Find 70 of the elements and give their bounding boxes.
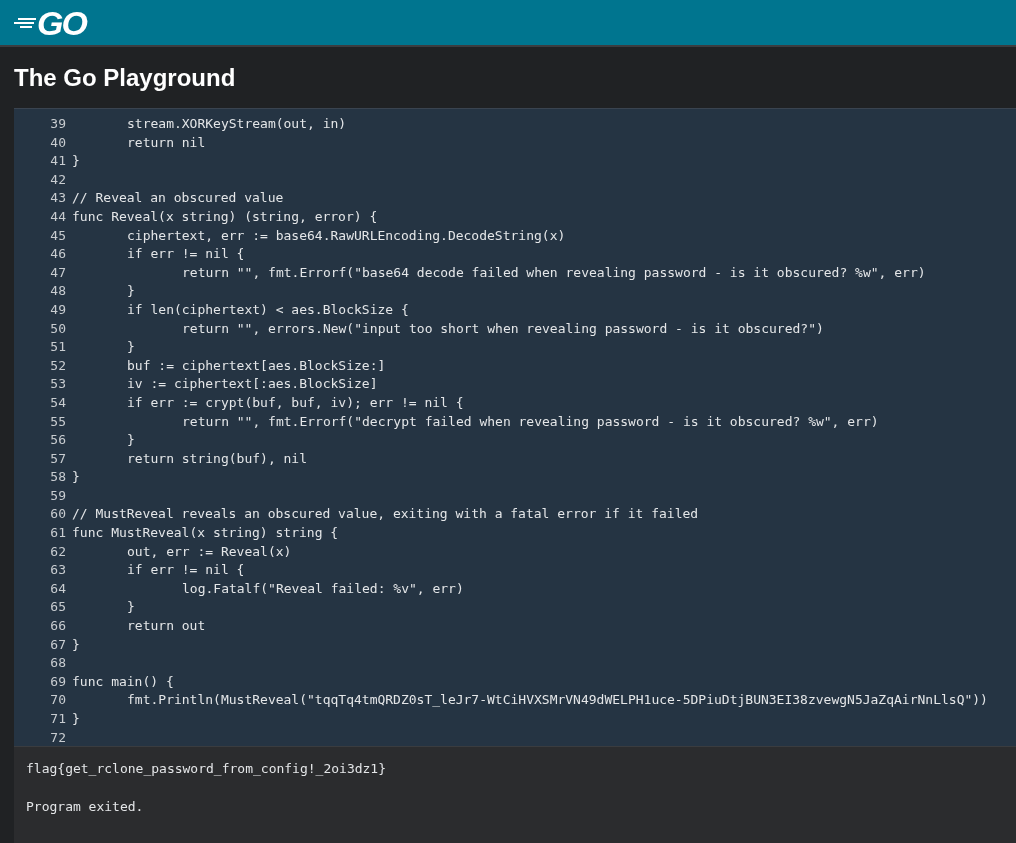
- output-text: flag{get_rclone_password_from_config!_2oi3dz1}: [26, 760, 388, 778]
- code-line: if err != nil {: [126, 561, 245, 580]
- code-line: return "", errors.New("input too short when revealing password - is it obscured?"): [181, 319, 824, 338]
- line-number: 65: [49, 598, 67, 617]
- code-line: buf := ciphertext[aes.BlockSize:]: [126, 356, 386, 375]
- code-line: fmt.Println(MustReveal("tqqTq4tmQRDZ0sT_leJr7-WtCiHVXSMrVN49dWELPH1uce-5DPiuDtjBUN3EI38zvewgN5JaZqAirNnLlsQ")): [126, 691, 988, 710]
- line-number: 71: [49, 710, 67, 728]
- code-line: if len(ciphertext) < aes.BlockSize {: [126, 300, 409, 319]
- code-line: log.Fatalf("Reveal failed: %v", err): [181, 579, 464, 598]
- line-number: 53: [49, 375, 67, 394]
- code-line: return out: [126, 617, 206, 636]
- line-number: 41: [49, 152, 67, 171]
- line-number: 51: [49, 338, 67, 357]
- line-number: 52: [49, 356, 67, 375]
- code-line: if err != nil {: [126, 245, 245, 264]
- code-line: func MustReveal(x string) string {: [72, 524, 339, 543]
- line-number: 70: [49, 691, 67, 710]
- output-text: Program exited.: [26, 798, 145, 816]
- code-line: // MustReveal reveals an obscured value, exiting with a fatal error if it failed: [72, 505, 699, 524]
- page-title: The Go Playground: [14, 63, 236, 92]
- line-number: 66: [49, 617, 67, 636]
- line-number: 47: [49, 263, 67, 282]
- speed-lines-icon: [14, 16, 36, 29]
- line-number: 40: [49, 133, 67, 152]
- code-line: }: [126, 431, 135, 450]
- line-number: 45: [49, 226, 67, 245]
- line-number: 56: [49, 431, 67, 450]
- code-line: out, err := Reveal(x): [126, 542, 292, 561]
- code-line: ciphertext, err := base64.RawURLEncoding.DecodeString(x): [126, 226, 566, 245]
- line-number: 62: [49, 542, 67, 561]
- code-line: iv := ciphertext[:aes.BlockSize]: [126, 375, 378, 394]
- code-line: }: [72, 152, 80, 171]
- code-line: stream.XORKeyStream(out, in): [126, 115, 347, 133]
- line-number: 67: [49, 635, 67, 654]
- code-line: }: [126, 282, 135, 301]
- code-line: return nil: [126, 133, 206, 152]
- line-number: 42: [49, 170, 67, 189]
- logo-text[interactable]: GO: [37, 5, 86, 40]
- code-line: if err := crypt(buf, buf, iv); err != nil {: [126, 393, 464, 412]
- line-number: 63: [49, 561, 67, 580]
- line-number: 68: [49, 654, 67, 673]
- line-number: 50: [49, 319, 67, 338]
- code-line: func Reveal(x string) (string, error) {: [72, 207, 378, 226]
- line-number: 69: [49, 672, 67, 691]
- line-number: 46: [49, 245, 67, 264]
- code-line: // Reveal an obscured value: [72, 189, 284, 208]
- code-line: }: [72, 635, 80, 654]
- line-number: 57: [49, 449, 67, 468]
- line-number: 48: [49, 282, 67, 301]
- code-line: return "", fmt.Errorf("base64 decode failed when revealing password - is it obscured? %w", err): [181, 263, 926, 282]
- code-line: }: [72, 710, 80, 728]
- line-number: 55: [49, 412, 67, 431]
- code-editor[interactable]: [14, 108, 1016, 746]
- code-line: return string(buf), nil: [126, 449, 307, 468]
- line-number: 58: [49, 468, 67, 487]
- line-number: 44: [49, 207, 67, 226]
- code-line: return "", fmt.Errorf("decrypt failed when revealing password - is it obscured? %w", err): [181, 412, 879, 431]
- line-number: 59: [49, 486, 67, 505]
- line-number: 72: [49, 728, 67, 746]
- line-number: 54: [49, 393, 67, 412]
- line-number: 61: [49, 524, 67, 543]
- code-line: }: [126, 598, 135, 617]
- line-number: 60: [49, 505, 67, 524]
- code-line: }: [126, 338, 135, 357]
- code-line: func main() {: [72, 672, 174, 691]
- line-number: 39: [49, 115, 67, 133]
- line-number: 43: [49, 189, 67, 208]
- line-number: 64: [49, 579, 67, 598]
- line-number: 49: [49, 300, 67, 319]
- code-line: }: [72, 468, 80, 487]
